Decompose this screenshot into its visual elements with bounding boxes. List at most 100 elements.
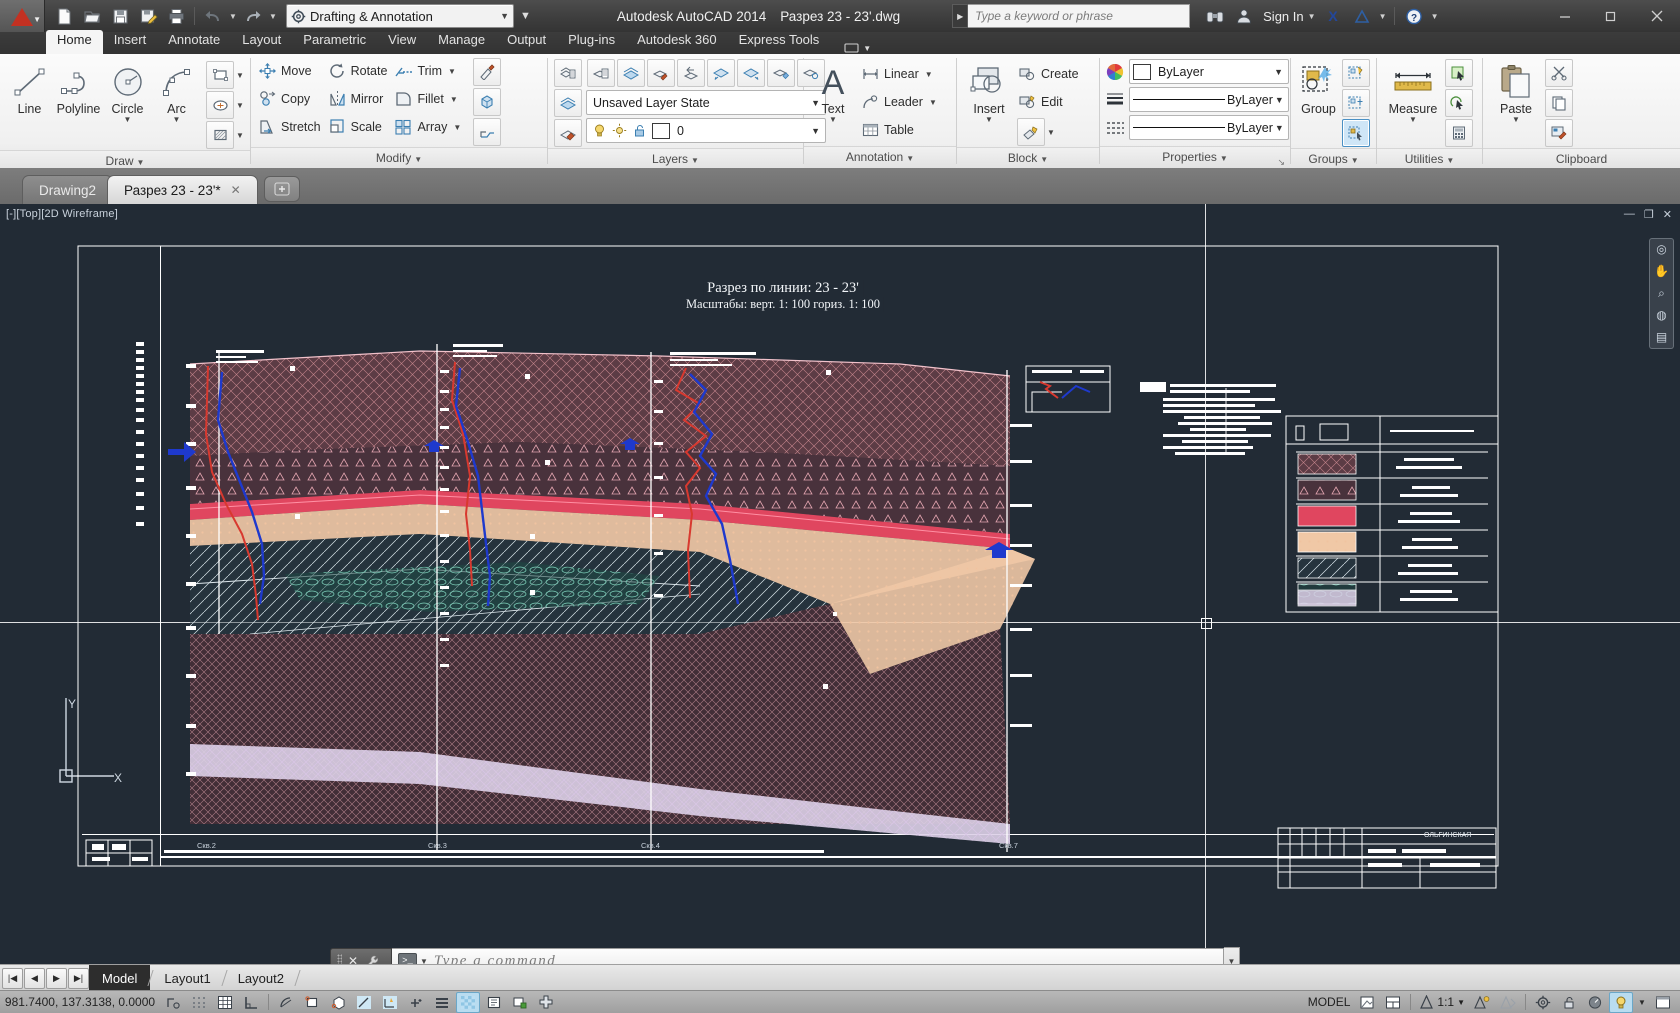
model-space-button[interactable]: MODEL xyxy=(1304,993,1355,1012)
panel-title-annotation[interactable]: Annotation ▼ xyxy=(804,146,956,168)
layer-unisolate-button[interactable] xyxy=(587,59,615,87)
sign-in-dropdown-arrow[interactable]: ▼ xyxy=(1307,12,1317,21)
draw-ellipse-button[interactable] xyxy=(206,91,234,119)
block-edit-button[interactable]: Edit xyxy=(1016,88,1084,116)
layer-off-button[interactable] xyxy=(737,59,765,87)
3d-solid-button[interactable] xyxy=(473,88,502,116)
copy-clip-button[interactable] xyxy=(1545,89,1573,117)
modify-trim-button[interactable]: Trim ▼ xyxy=(392,57,466,85)
chevron-down-icon[interactable]: ▼ xyxy=(1457,998,1465,1007)
draw-circle-button[interactable]: Circle ▼ xyxy=(103,58,152,124)
modify-scale-button[interactable]: Scale xyxy=(326,113,393,141)
layer-lock-button[interactable] xyxy=(767,59,795,87)
layer-match-object-button[interactable] xyxy=(647,59,675,87)
clean-screen-button[interactable] xyxy=(1651,992,1675,1013)
save-file-button[interactable] xyxy=(107,3,133,29)
lineweight-display-toggle[interactable] xyxy=(430,992,454,1013)
modify-rotate-button[interactable]: Rotate xyxy=(326,57,393,85)
new-file-button[interactable] xyxy=(51,3,77,29)
3d-object-snap-toggle[interactable] xyxy=(326,992,350,1013)
annotation-scale-button[interactable]: 1:1 ▼ xyxy=(1415,993,1469,1012)
object-snap-tracking-toggle[interactable] xyxy=(352,992,376,1013)
qat-customize-button[interactable]: ▼ xyxy=(520,10,531,22)
match-properties-button[interactable] xyxy=(473,58,502,86)
annotation-leader-button[interactable]: Leader ▼ xyxy=(859,88,942,116)
drawing-tab-drawing2[interactable]: Drawing2 xyxy=(22,175,114,204)
block-create-button[interactable]: Create xyxy=(1016,60,1084,88)
modify-array-button[interactable]: Array ▼ xyxy=(392,113,466,141)
measure-button[interactable]: Measure ▼ xyxy=(1382,58,1444,124)
draw-arc-button[interactable]: Arc ▼ xyxy=(152,58,201,124)
polar-tracking-toggle[interactable] xyxy=(274,992,298,1013)
close-button[interactable] xyxy=(1634,0,1680,32)
chevron-down-icon[interactable]: ▼ xyxy=(173,116,181,124)
group-edit-button[interactable] xyxy=(1342,89,1370,117)
chevron-down-icon[interactable]: ▼ xyxy=(829,116,837,124)
undo-dropdown-arrow[interactable]: ▼ xyxy=(228,12,238,21)
annotation-monitor-toggle[interactable] xyxy=(508,992,532,1013)
drawing-viewport[interactable]: [-][Top][2D Wireframe] ― ❐ ✕ Y X ◎ ✋ ⌕ ◍ xyxy=(0,204,1680,964)
panel-title-modify[interactable]: Modify ▼ xyxy=(251,147,547,169)
chevron-down-icon[interactable]: ▼ xyxy=(1409,116,1417,124)
modify-move-button[interactable]: Move xyxy=(256,57,326,85)
sign-in-label[interactable]: Sign In xyxy=(1263,9,1303,24)
sign-in-avatar[interactable] xyxy=(1231,3,1257,29)
search-expand-button[interactable]: ▶ xyxy=(952,4,969,28)
chevron-down-icon[interactable]: ▼ xyxy=(1512,116,1520,124)
chevron-down-icon[interactable]: ▼ xyxy=(500,11,509,21)
help-dropdown-arrow[interactable]: ▼ xyxy=(1430,12,1440,21)
draw-rectangle-button[interactable] xyxy=(206,61,234,89)
chevron-down-icon[interactable]: ▼ xyxy=(925,70,933,79)
draw-hatch-button[interactable] xyxy=(206,121,234,149)
annotation-text-button[interactable]: A Text ▼ xyxy=(809,58,857,124)
isolate-dropdown-arrow[interactable]: ▼ xyxy=(1635,992,1649,1013)
minimize-button[interactable] xyxy=(1542,0,1588,32)
a360-dropdown-arrow[interactable]: ▼ xyxy=(1378,12,1388,21)
layer-make-current-button[interactable] xyxy=(617,59,645,87)
chevron-down-icon[interactable]: ▼ xyxy=(450,95,458,104)
save-as-button[interactable] xyxy=(135,3,161,29)
current-layer-combo[interactable]: 0 ▼ xyxy=(586,118,826,143)
ribbon-minimize-control[interactable]: ▼ xyxy=(844,42,871,54)
ellipse-dropdown-arrow[interactable]: ▼ xyxy=(235,101,245,110)
layout-tab-model[interactable]: Model xyxy=(89,965,151,991)
snap-mode-toggle[interactable] xyxy=(187,992,211,1013)
ungroup-button[interactable] xyxy=(1342,59,1370,87)
modify-stretch-button[interactable]: Stretch xyxy=(256,113,326,141)
quick-calc-button[interactable] xyxy=(1445,89,1473,117)
panel-title-groups[interactable]: Groups ▼ xyxy=(1291,148,1376,170)
explode-button[interactable] xyxy=(473,118,502,146)
color-swatch[interactable] xyxy=(1133,63,1151,80)
previous-layout-button[interactable]: ◀ xyxy=(24,967,45,989)
search-button[interactable] xyxy=(1202,3,1228,29)
chevron-down-icon[interactable]: ▼ xyxy=(448,67,456,76)
layer-isolate-button[interactable] xyxy=(554,119,582,147)
coordinates-display[interactable]: 981.7400, 137.3138, 0.0000 xyxy=(0,995,160,1009)
lineweight-combo[interactable]: ByLayer ▼ xyxy=(1129,115,1289,140)
modify-fillet-button[interactable]: Fillet ▼ xyxy=(392,85,466,113)
quick-select-button[interactable] xyxy=(1445,59,1473,87)
chevron-down-icon[interactable]: ▼ xyxy=(929,98,937,107)
object-snap-toggle[interactable] xyxy=(300,992,324,1013)
cut-button[interactable] xyxy=(1545,59,1573,87)
dynamic-input-toggle[interactable] xyxy=(404,992,428,1013)
group-button[interactable]: Group xyxy=(1296,58,1341,116)
panel-title-clipboard[interactable]: Clipboard xyxy=(1483,148,1680,170)
dynamic-ucs-toggle[interactable] xyxy=(378,992,402,1013)
plot-button[interactable] xyxy=(163,3,189,29)
next-layout-button[interactable]: ▶ xyxy=(46,967,67,989)
draw-line-button[interactable]: Line xyxy=(5,58,54,116)
transparency-toggle[interactable] xyxy=(456,991,480,1013)
chevron-down-icon[interactable]: ▼ xyxy=(453,123,461,132)
paste-button[interactable]: Paste ▼ xyxy=(1488,58,1544,124)
block-insert-button[interactable]: Insert ▼ xyxy=(962,58,1016,124)
ribbon-tab-manage[interactable]: Manage xyxy=(427,30,496,54)
workspace-selector[interactable]: Drafting & Annotation ▼ xyxy=(286,4,514,28)
add-status-toggle[interactable] xyxy=(534,992,558,1013)
color-combo[interactable]: ByLayer ▼ xyxy=(1129,59,1289,84)
linetype-combo[interactable]: ByLayer ▼ xyxy=(1129,87,1289,112)
first-layout-button[interactable]: |◀ xyxy=(2,967,23,989)
open-file-button[interactable] xyxy=(79,3,105,29)
layer-properties-button[interactable] xyxy=(554,59,582,87)
annotation-visibility-button[interactable] xyxy=(1470,992,1494,1013)
